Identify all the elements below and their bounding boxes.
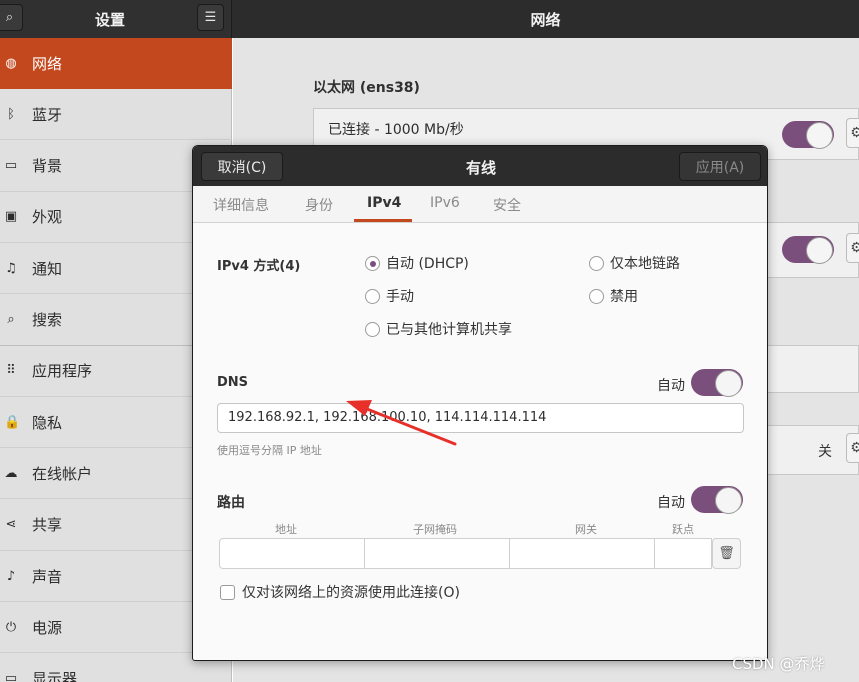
ethernet-section-title: 以太网 (ens38) <box>313 80 420 96</box>
apps-grid-icon: ⠿ <box>6 363 16 379</box>
sidebar-item-label: 在线帐户 <box>32 464 93 483</box>
secondary-settings-button[interactable]: ⚙ <box>846 233 859 263</box>
tab-identity[interactable]: 身份 <box>305 195 333 215</box>
method-shared[interactable]: 已与其他计算机共享 <box>365 319 512 339</box>
sidebar-item-label: 显示器 <box>32 670 78 682</box>
secondary-toggle[interactable] <box>782 236 834 264</box>
tab-security[interactable]: 安全 <box>493 195 521 215</box>
sidebar-item-label: 共享 <box>32 516 63 535</box>
route-col-gateway: 网关 <box>575 523 597 536</box>
cloud-icon: ☁ <box>4 465 18 481</box>
sidebar-item-bluetooth[interactable]: ᛒ 蓝牙 <box>0 89 232 141</box>
bluetooth-icon: ᛒ <box>7 106 15 122</box>
share-icon: ⋖ <box>5 517 17 533</box>
dns-auto-toggle[interactable] <box>691 369 743 397</box>
settings-header: ⌕ 设置 ☰ <box>0 0 232 38</box>
only-local-resources-label: 仅对该网络上的资源使用此连接(O) <box>242 585 460 601</box>
radio-icon <box>589 288 604 304</box>
search-icon: ⌕ <box>7 312 15 327</box>
radio-selected-icon <box>365 255 380 271</box>
search-button[interactable]: ⌕ <box>0 4 23 31</box>
sidebar-item-label: 背景 <box>32 157 63 176</box>
proxy-settings-button[interactable]: ⚙ <box>846 433 859 463</box>
method-manual[interactable]: 手动 <box>365 286 414 306</box>
route-label: 路由 <box>217 495 245 511</box>
ethernet-settings-button[interactable]: ⚙ <box>846 118 859 148</box>
route-col-netmask: 子网掩码 <box>413 523 457 536</box>
radio-icon <box>365 288 380 304</box>
dialog-tabs: 详细信息 身份 IPv4 IPv6 安全 <box>193 186 767 223</box>
method-disabled-label: 禁用 <box>610 289 638 305</box>
dialog-title: 有线 <box>465 159 496 177</box>
tab-details[interactable]: 详细信息 <box>213 195 269 215</box>
sidebar-item-label: 外观 <box>32 208 63 227</box>
active-tab-indicator <box>354 219 412 222</box>
checkbox[interactable] <box>220 584 235 600</box>
sidebar-item-label: 搜索 <box>32 311 63 329</box>
dns-input[interactable]: 192.168.92.1, 192.168.100.10, 114.114.11… <box>217 403 744 433</box>
connection-status: 已连接 - 1000 Mb/秒 <box>328 122 464 138</box>
sidebar-item-label: 网络 <box>32 55 63 73</box>
method-shared-label: 已与其他计算机共享 <box>386 322 512 338</box>
apply-button[interactable]: 应用(A) <box>679 152 761 181</box>
bell-icon: ♫ <box>5 260 17 276</box>
method-manual-label: 手动 <box>386 289 414 305</box>
globe-icon: ◍ <box>5 56 17 71</box>
tab-ipv6[interactable]: IPv6 <box>430 195 460 211</box>
only-local-resources-option[interactable]: 仅对该网络上的资源使用此连接(O) <box>220 582 460 602</box>
route-col-metric: 跃点 <box>672 523 694 536</box>
route-auto-toggle[interactable] <box>691 486 743 514</box>
watermark: CSDN @乔烨 <box>732 655 825 673</box>
dns-hint: 使用逗号分隔 IP 地址 <box>217 444 322 457</box>
route-gateway-input[interactable] <box>509 538 655 569</box>
gear-icon: ⚙ <box>850 240 859 256</box>
gear-icon: ⚙ <box>850 440 859 456</box>
search-icon: ⌕ <box>5 10 14 25</box>
dialog-header: 取消(C) 有线 应用(A) <box>193 146 767 186</box>
wired-settings-dialog: 取消(C) 有线 应用(A) 详细信息 身份 IPv4 IPv6 安全 IPv4… <box>192 145 768 661</box>
sidebar-item-label: 隐私 <box>32 413 63 432</box>
sidebar-item-globe[interactable]: ◍ 网络 <box>0 38 232 89</box>
appearance-icon: ▣ <box>4 209 18 225</box>
cancel-button[interactable]: 取消(C) <box>201 152 283 181</box>
music-note-icon: ♪ <box>6 568 16 584</box>
delete-route-button[interactable]: 🗑 <box>712 538 741 569</box>
route-col-address: 地址 <box>275 523 297 536</box>
sidebar-item-label: 电源 <box>32 618 63 637</box>
display-icon: ▭ <box>4 671 18 682</box>
monitor-icon: ▭ <box>4 158 18 174</box>
method-auto-dhcp[interactable]: 自动 (DHCP) <box>365 253 469 273</box>
page-title: 网络 <box>530 11 561 29</box>
sidebar-item-label: 声音 <box>32 567 63 586</box>
route-auto-label: 自动 <box>657 495 685 511</box>
method-disabled[interactable]: 禁用 <box>589 286 638 306</box>
header-bar: ⌕ 设置 ☰ 网络 <box>0 0 859 38</box>
method-auto-dhcp-label: 自动 (DHCP) <box>386 256 469 272</box>
method-link-local[interactable]: 仅本地链路 <box>589 253 680 273</box>
tab-ipv4[interactable]: IPv4 <box>367 195 401 211</box>
radio-icon <box>589 255 604 271</box>
gear-icon: ⚙ <box>850 125 859 141</box>
proxy-status: 关 <box>818 444 832 460</box>
lock-icon: 🔒 <box>4 414 21 430</box>
hamburger-icon: ☰ <box>204 10 217 25</box>
method-link-local-label: 仅本地链路 <box>610 256 680 272</box>
power-icon: ⏻ <box>5 619 17 635</box>
route-metric-input[interactable] <box>654 538 712 569</box>
dns-auto-label: 自动 <box>657 378 685 394</box>
dns-label: DNS <box>217 375 249 390</box>
sidebar-item-label: 通知 <box>32 259 63 278</box>
sidebar-item-label: 应用程序 <box>32 362 93 381</box>
route-address-input[interactable] <box>219 538 365 569</box>
ipv4-method-label: IPv4 方式(4) <box>217 259 301 274</box>
trash-icon: 🗑 <box>718 546 735 561</box>
sidebar-item-label: 蓝牙 <box>32 105 63 124</box>
route-netmask-input[interactable] <box>364 538 510 569</box>
ethernet-toggle[interactable] <box>782 121 834 149</box>
settings-title: 设置 <box>94 11 125 29</box>
radio-icon <box>365 321 380 337</box>
menu-button[interactable]: ☰ <box>197 4 224 31</box>
